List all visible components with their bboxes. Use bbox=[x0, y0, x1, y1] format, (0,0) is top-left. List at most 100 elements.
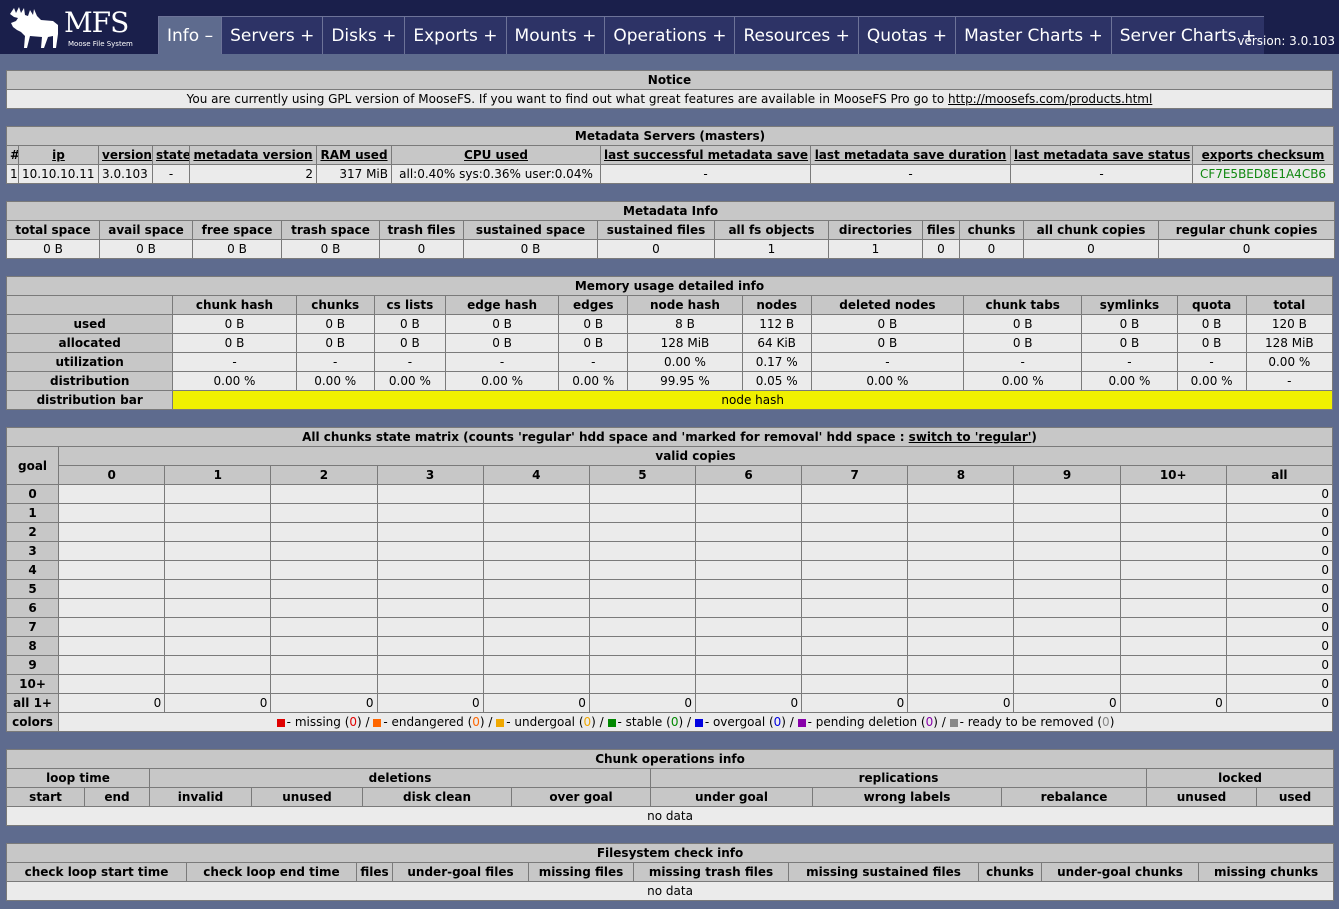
memory-cell: - bbox=[963, 352, 1083, 372]
matrix-row-total: 0 bbox=[1225, 579, 1334, 599]
matrix-cell bbox=[376, 579, 484, 599]
masters-col-header[interactable]: state bbox=[152, 145, 190, 165]
memory-cell: 0 B bbox=[1176, 333, 1247, 353]
tab-mounts[interactable]: Mounts + bbox=[505, 16, 605, 54]
memory-cell: 0.00 % bbox=[1176, 371, 1247, 391]
matrix-row: 10+ 0 bbox=[5, 674, 1334, 694]
tab-quotas[interactable]: Quotas + bbox=[857, 16, 956, 54]
memory-row-label: used bbox=[5, 314, 174, 334]
masters-cell: 3.0.103 bbox=[98, 164, 153, 184]
fs-check-col-header: under-goal chunks bbox=[1041, 862, 1199, 882]
matrix-col-header: 5 bbox=[588, 465, 697, 485]
matrix-cell bbox=[801, 674, 909, 694]
memory-col-header: cs lists bbox=[373, 295, 446, 315]
tab-info[interactable]: Info – bbox=[158, 16, 222, 54]
filesystem-check-table: Filesystem check info check loop start t… bbox=[5, 843, 1335, 901]
matrix-cell bbox=[694, 541, 803, 561]
masters-col-header[interactable]: last successful metadata save bbox=[600, 145, 811, 165]
matrix-cell bbox=[58, 522, 166, 542]
fs-check-col-header: missing trash files bbox=[633, 862, 789, 882]
switch-to-regular-link[interactable]: switch to 'regular' bbox=[909, 430, 1032, 444]
masters-col-header[interactable]: # bbox=[6, 145, 19, 165]
legend-count: 0 bbox=[472, 715, 480, 729]
chunk-ops-title: Chunk operations info bbox=[5, 749, 1335, 769]
matrix-cell bbox=[270, 598, 378, 618]
masters-col-header[interactable]: last metadata save status bbox=[1010, 145, 1193, 165]
matrix-cell bbox=[164, 560, 272, 580]
memory-cell: 120 B bbox=[1245, 314, 1334, 334]
matrix-cell bbox=[164, 579, 272, 599]
memory-cell: 0 B bbox=[558, 314, 629, 334]
matrix-cell bbox=[801, 617, 909, 637]
matrix-cell bbox=[694, 522, 803, 542]
masters-col-header[interactable]: ip bbox=[18, 145, 99, 165]
memory-row: distribution 0.00 % 0.00 % 0.00 % 0.00 % 0.00… bbox=[5, 371, 1334, 391]
tab-exports[interactable]: Exports + bbox=[404, 16, 506, 54]
memory-col-header: total bbox=[1245, 295, 1334, 315]
masters-col-header[interactable]: last metadata save duration bbox=[810, 145, 1011, 165]
memory-cell: 112 B bbox=[741, 314, 812, 334]
tab-resources[interactable]: Resources + bbox=[734, 16, 858, 54]
fs-check-col-header: under-goal files bbox=[392, 862, 529, 882]
memory-cell: 0 B bbox=[373, 333, 446, 353]
chunk-ops-no-data: no data bbox=[5, 806, 1335, 826]
legend-paren: ) / bbox=[357, 715, 374, 729]
legend-swatch-icon bbox=[276, 718, 285, 727]
memory-cell: 0 B bbox=[172, 333, 297, 353]
matrix-row-total: 0 bbox=[1225, 598, 1334, 618]
memory-col-header: chunks bbox=[295, 295, 375, 315]
tab-servers[interactable]: Servers + bbox=[221, 16, 323, 54]
mfs-logo[interactable]: MFS Moose File System bbox=[6, 4, 133, 50]
matrix-cell bbox=[482, 674, 590, 694]
metadata-info-col-header: free space bbox=[192, 220, 282, 240]
metadata-info-col-header: all chunk copies bbox=[1023, 220, 1159, 240]
memory-title: Memory usage detailed info bbox=[6, 276, 1333, 296]
memory-col-header: symlinks bbox=[1081, 295, 1178, 315]
memory-corner-header bbox=[5, 295, 174, 315]
memory-row: utilization - - - - -0.00 % 0.17 % - - - -0.00 % bbox=[5, 352, 1334, 372]
tab-disks[interactable]: Disks + bbox=[322, 16, 405, 54]
masters-col-header[interactable]: CPU used bbox=[391, 145, 601, 165]
tab-mastercharts[interactable]: Master Charts + bbox=[955, 16, 1111, 54]
matrix-cell bbox=[1119, 617, 1227, 637]
memory-cell: 0.00 % bbox=[810, 371, 965, 391]
matrix-cell bbox=[907, 579, 1015, 599]
masters-col-header[interactable]: RAM used bbox=[316, 145, 392, 165]
matrix-cell bbox=[694, 617, 803, 637]
matrix-cell bbox=[907, 617, 1015, 637]
matrix-col-header: 2 bbox=[270, 465, 378, 485]
fs-check-col-header: missing sustained files bbox=[788, 862, 979, 882]
masters-col-header[interactable]: version bbox=[98, 145, 153, 165]
matrix-cell bbox=[58, 541, 166, 561]
matrix-title-end: ) bbox=[1031, 430, 1037, 444]
memory-cell: 8 B bbox=[627, 314, 743, 334]
notice-table: Notice You are currently using GPL versi… bbox=[6, 70, 1333, 109]
memory-cell: 0.00 % bbox=[172, 371, 297, 391]
matrix-cell bbox=[1119, 674, 1227, 694]
memory-cell: 0.00 % bbox=[444, 371, 560, 391]
tab-operations[interactable]: Operations + bbox=[604, 16, 735, 54]
masters-col-header[interactable]: exports checksum bbox=[1191, 145, 1335, 165]
matrix-cell bbox=[801, 522, 909, 542]
matrix-cell bbox=[588, 503, 697, 523]
matrix-cell bbox=[270, 484, 378, 504]
matrix-cell bbox=[482, 579, 590, 599]
memory-cell: 0 B bbox=[373, 314, 446, 334]
matrix-cell bbox=[164, 617, 272, 637]
masters-col-header[interactable]: metadata version bbox=[189, 145, 317, 165]
matrix-cell bbox=[58, 484, 166, 504]
logo-text: MFS bbox=[64, 6, 129, 39]
matrix-row: 10 bbox=[5, 503, 1334, 523]
matrix-cell bbox=[907, 655, 1015, 675]
matrix-col-header: 0 bbox=[58, 465, 166, 485]
matrix-col-header: 6 bbox=[694, 465, 803, 485]
matrix-cell bbox=[58, 636, 166, 656]
fs-check-col-header: missing chunks bbox=[1197, 862, 1335, 882]
matrix-cell bbox=[1013, 541, 1121, 561]
memory-cell: 128 MiB bbox=[1245, 333, 1334, 353]
matrix-cell bbox=[164, 655, 272, 675]
products-link[interactable]: http://moosefs.com/products.html bbox=[948, 92, 1152, 106]
legend-label: - missing ( bbox=[286, 715, 350, 729]
matrix-cell bbox=[694, 674, 803, 694]
matrix-cell bbox=[482, 617, 590, 637]
